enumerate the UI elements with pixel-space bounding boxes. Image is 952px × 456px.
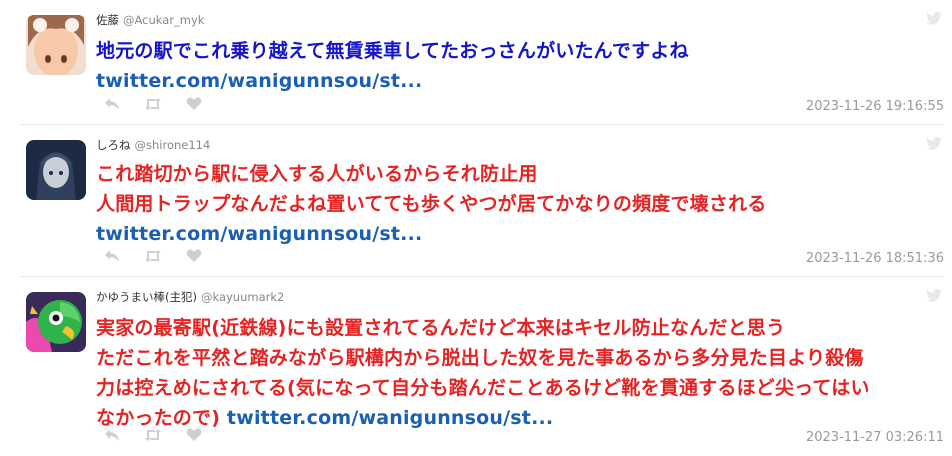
timestamp[interactable]: 2023-11-26 19:16:55 — [806, 99, 944, 114]
reply-icon[interactable] — [104, 248, 120, 267]
tweet-link[interactable]: twitter.com/wanigunnsou/st... — [96, 66, 940, 96]
tweet-text-line: これ踏切から駅に侵入する人がいるからそれ防止用 — [96, 163, 538, 185]
avatar[interactable] — [26, 15, 86, 75]
tweet-body: これ踏切から駅に侵入する人がいるからそれ防止用 人間用トラップなんだよね置いてて… — [96, 159, 940, 249]
retweet-icon[interactable] — [144, 427, 162, 446]
twitter-bird-icon — [926, 137, 942, 150]
tweet-actions — [104, 249, 202, 265]
screen-name[interactable]: @shirone114 — [135, 138, 211, 152]
tweet-1: 佐藤 @Acukar_myk 地元の駅でこれ乗り越えて無賃乗車してたおっさんがいた… — [0, 0, 952, 125]
tweet-body: 地元の駅でこれ乗り越えて無賃乗車してたおっさんがいたんですよね twitter.… — [96, 36, 940, 96]
retweet-icon[interactable] — [144, 248, 162, 267]
avatar[interactable] — [26, 140, 86, 200]
reply-icon[interactable] — [104, 427, 120, 446]
tweet-text-line-with-link: なかったので) twitter.com/wanigunnsou/st... — [96, 403, 940, 433]
tweet-actions — [104, 428, 202, 444]
tweet-header: 佐藤 @Acukar_myk — [96, 12, 204, 28]
display-name[interactable]: 佐藤 — [96, 13, 119, 27]
reply-icon[interactable] — [104, 96, 120, 115]
tweet-timeline: 佐藤 @Acukar_myk 地元の駅でこれ乗り越えて無賃乗車してたおっさんがいた… — [0, 0, 952, 456]
tweet-actions — [104, 97, 202, 113]
tweet-3: かゆうまい棒(主犯) @kayuumark2 実家の最寄駅(近鉄線)にも設置されて… — [0, 277, 952, 456]
screen-name[interactable]: @Acukar_myk — [123, 13, 204, 27]
timestamp[interactable]: 2023-11-27 03:26:11 — [806, 430, 944, 445]
tweet-body: 実家の最寄駅(近鉄線)にも設置されてるんだけど本来はキセル防止なんだと思う ただ… — [96, 313, 940, 433]
screen-name[interactable]: @kayuumark2 — [201, 290, 284, 304]
tweet-text-line: 実家の最寄駅(近鉄線)にも設置されてるんだけど本来はキセル防止なんだと思う — [96, 317, 786, 339]
tweet-link[interactable]: twitter.com/wanigunnsou/st... — [227, 407, 553, 429]
tweet-link[interactable]: twitter.com/wanigunnsou/st... — [96, 219, 940, 249]
tweet-text-line: ただこれを平然と踏みながら駅構内から脱出した奴を見た事あるから多分見た目より殺傷 — [96, 347, 864, 369]
heart-icon[interactable] — [186, 248, 202, 267]
timestamp[interactable]: 2023-11-26 18:51:36 — [806, 251, 944, 266]
tweet-header: かゆうまい棒(主犯) @kayuumark2 — [96, 289, 284, 305]
retweet-icon[interactable] — [144, 96, 162, 115]
tweet-text-line: 力は控えめにされてる(気になって自分も踏んだことあるけど靴を貫通するほど尖っては… — [96, 377, 870, 399]
twitter-bird-icon — [926, 12, 942, 25]
tweet-text-line: 地元の駅でこれ乗り越えて無賃乗車してたおっさんがいたんですよね — [96, 40, 689, 62]
display-name[interactable]: かゆうまい棒(主犯) — [96, 290, 197, 304]
display-name[interactable]: しろね — [96, 138, 131, 152]
avatar[interactable] — [26, 292, 86, 352]
twitter-bird-icon — [926, 289, 942, 302]
tweet-text-line: 人間用トラップなんだよね置いてても歩くやつが居てかなりの頻度で壊される — [96, 193, 767, 215]
heart-icon[interactable] — [186, 96, 202, 115]
heart-icon[interactable] — [186, 427, 202, 446]
tweet-header: しろね @shirone114 — [96, 137, 210, 153]
tweet-2: しろね @shirone114 これ踏切から駅に侵入する人がいるからそれ防止用 人… — [0, 125, 952, 277]
